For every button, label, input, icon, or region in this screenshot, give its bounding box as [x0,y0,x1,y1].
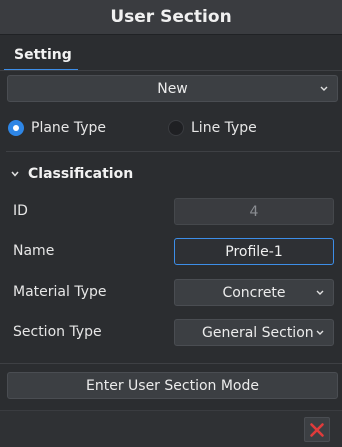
chevron-down-icon [11,171,19,177]
chevron-down-icon [320,86,328,91]
section-type-label: Section Type [13,324,102,340]
radio-unselected-icon [168,120,184,136]
line-type-label: Line Type [191,120,257,136]
line-type-radio[interactable]: Line Type [168,120,257,136]
divider [0,363,342,364]
classification-heading: Classification [28,166,134,182]
chevron-down-icon [316,290,324,295]
section-type-value: General Section [202,324,314,341]
material-type-label: Material Type [13,284,107,300]
preset-dropdown[interactable]: New [7,75,338,102]
enter-user-section-mode-button[interactable]: Enter User Section Mode [7,372,338,399]
chevron-down-icon [316,330,324,335]
radio-selected-icon [8,120,24,136]
name-input[interactable]: Profile-1 [174,238,334,265]
window-title: User Section [0,0,342,35]
id-field: 4 [174,198,334,225]
tab-divider [0,70,342,71]
plane-type-label: Plane Type [31,120,107,136]
material-type-dropdown[interactable]: Concrete [174,279,334,306]
material-type-value: Concrete [222,284,286,301]
shape-type-radio-group: Plane Type Line Type [0,114,342,142]
tab-strip: Setting [0,36,342,71]
name-label: Name [13,243,55,259]
bottom-bar [0,410,342,447]
classification-section: Classification ID 4 Name Profile-1 Mater… [6,158,340,363]
id-label: ID [13,203,28,219]
tab-setting[interactable]: Setting [6,42,80,68]
close-x-icon [310,422,324,437]
plane-type-radio[interactable]: Plane Type [8,120,106,136]
close-button[interactable] [304,417,330,442]
classification-header[interactable]: Classification [10,166,133,182]
preset-dropdown-value: New [157,80,188,97]
divider [6,151,340,152]
section-type-dropdown[interactable]: General Section [174,319,334,346]
